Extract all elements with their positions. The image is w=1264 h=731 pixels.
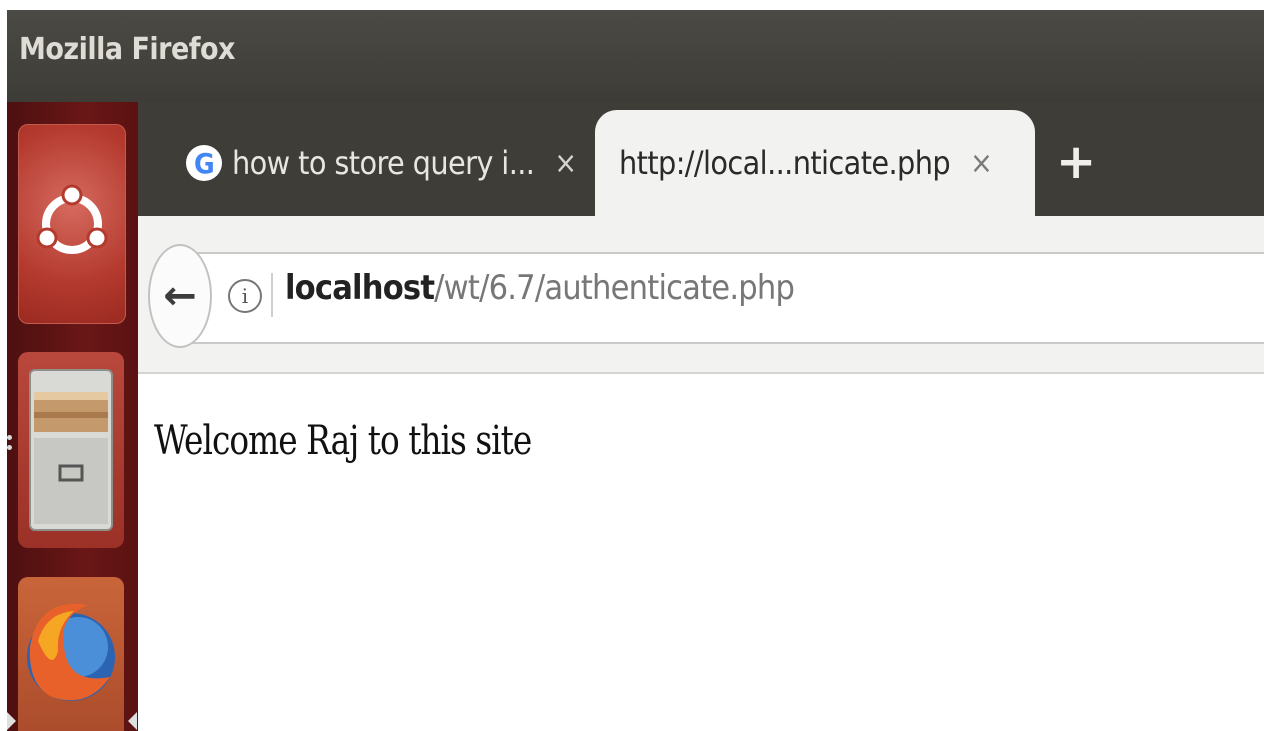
page-content: Welcome Raj to this site (138, 374, 1264, 731)
navigation-bar: ← i localhost/wt/6.7/authenticate.php (138, 216, 1264, 374)
url-path: /wt/6.7/authenticate.php (434, 268, 795, 308)
new-tab-button[interactable]: + (1056, 138, 1096, 186)
site-info-icon[interactable]: i (228, 279, 262, 313)
tab-close-icon[interactable]: × (554, 146, 577, 181)
tab-close-icon[interactable]: × (970, 146, 993, 181)
ubuntu-dash-launcher-icon[interactable] (18, 124, 126, 324)
firefox-launcher-icon[interactable] (18, 577, 124, 731)
url-host: localhost (285, 268, 435, 308)
google-favicon-icon: G (186, 145, 222, 181)
launcher-indicator-left (7, 712, 16, 730)
tab-label: how to store query i... (232, 144, 535, 182)
tab-authenticate[interactable]: http://local...nticate.php × (595, 110, 1035, 216)
screen: Mozilla Firefox G how to store query i..… (7, 10, 1264, 731)
welcome-message: Welcome Raj to this site (154, 418, 532, 464)
launcher-indicator-right (128, 712, 137, 730)
tab-label: http://local...nticate.php (619, 144, 951, 182)
files-launcher-icon[interactable] (18, 352, 124, 548)
ubuntu-logo-icon (36, 184, 108, 254)
tab-strip: G how to store query i... × http://local… (138, 102, 1264, 216)
url-separator (271, 273, 273, 317)
firefox-logo-icon (27, 603, 115, 701)
back-arrow-icon: ← (163, 273, 197, 319)
window-title: Mozilla Firefox (19, 32, 235, 67)
file-cabinet-icon (29, 369, 113, 531)
tab-google-search[interactable]: G how to store query i... × (186, 110, 586, 216)
launcher-indicator-dots (7, 435, 12, 440)
back-button[interactable]: ← (148, 244, 212, 348)
unity-launcher (7, 102, 138, 731)
url-text[interactable]: localhost/wt/6.7/authenticate.php (285, 268, 795, 308)
window-titlebar: Mozilla Firefox (7, 10, 1264, 102)
